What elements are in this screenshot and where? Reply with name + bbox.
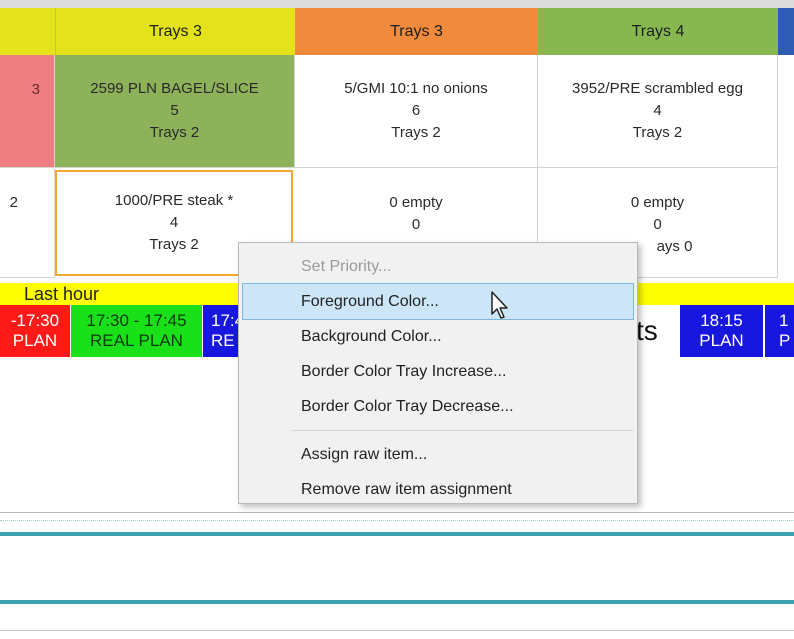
tray-cell-r1-c0[interactable]: 3 bbox=[0, 55, 55, 168]
context-menu: Set Priority... Foreground Color... Back… bbox=[238, 242, 638, 504]
menu-separator bbox=[291, 430, 633, 431]
tray-item-name: 5/GMI 10:1 no onions bbox=[344, 80, 488, 97]
menu-item-background-color[interactable]: Background Color... bbox=[239, 319, 637, 354]
last-hour-label: Last hour bbox=[24, 284, 100, 304]
menu-item-remove-raw-item[interactable]: Remove raw item assignment bbox=[239, 472, 637, 507]
tray-item-name: 3952/PRE scrambled egg bbox=[572, 80, 743, 97]
timeline-block-4[interactable]: 18:15 PLAN bbox=[680, 305, 763, 357]
column-header-label: Trays 3 bbox=[149, 22, 202, 40]
tray-cell-r1-c3[interactable]: 3952/PRE scrambled egg 4 Trays 2 bbox=[538, 55, 778, 168]
divider-bottom bbox=[0, 630, 794, 631]
divider-dotted bbox=[0, 520, 794, 521]
column-header-4[interactable] bbox=[778, 8, 794, 55]
tray-item-name: 1000/PRE steak * bbox=[114, 192, 234, 209]
column-header-2[interactable]: Trays 3 bbox=[295, 8, 538, 55]
menu-item-set-priority[interactable]: Set Priority... bbox=[239, 249, 637, 284]
tray-item-name: 0 empty bbox=[630, 194, 685, 211]
divider-thin bbox=[0, 512, 794, 513]
tray-item-trays: Trays 2 bbox=[391, 124, 441, 141]
timeline-block-1[interactable]: 17:30 - 17:45 REAL PLAN bbox=[71, 305, 202, 357]
divider-accent bbox=[0, 532, 794, 536]
column-header-3[interactable]: Trays 4 bbox=[538, 8, 778, 55]
tray-item-count: 6 bbox=[411, 102, 421, 119]
tray-item-trays: Trays 2 bbox=[632, 124, 683, 141]
menu-item-border-color-increase[interactable]: Border Color Tray Increase... bbox=[239, 354, 637, 389]
top-border bbox=[0, 0, 794, 8]
timeline-block-5[interactable]: 1P bbox=[765, 305, 794, 357]
column-header-label: Trays 3 bbox=[390, 22, 443, 40]
tray-item-count: 5 bbox=[170, 102, 179, 119]
divider-accent-2 bbox=[0, 600, 794, 604]
column-header-0[interactable] bbox=[0, 8, 55, 55]
menu-item-foreground-color[interactable]: Foreground Color... bbox=[242, 283, 634, 320]
timeline-block-2[interactable]: 17:4 RE bbox=[203, 305, 244, 357]
tray-item-count: 0 bbox=[653, 216, 662, 233]
tray-item-trays: Trays 2 bbox=[149, 236, 199, 253]
tray-item-count: 4 bbox=[653, 102, 662, 119]
menu-item-assign-raw-item[interactable]: Assign raw item... bbox=[239, 437, 637, 472]
tray-item-count: 4 bbox=[169, 214, 179, 231]
column-header-label: Trays 4 bbox=[631, 22, 685, 40]
lower-panel bbox=[0, 500, 794, 639]
tray-cell-r2-c0[interactable]: 2 bbox=[0, 168, 55, 278]
timeline-block-0[interactable]: -17:30 PLAN bbox=[0, 305, 70, 357]
column-header-1[interactable]: Trays 3 bbox=[55, 8, 295, 55]
menu-item-border-color-decrease[interactable]: Border Color Tray Decrease... bbox=[239, 389, 637, 424]
mouse-cursor-icon bbox=[490, 290, 512, 322]
tray-cell-r1-c1[interactable]: 2599 PLN BAGEL/SLICE 5 Trays 2 bbox=[55, 55, 295, 168]
tray-item-name: 2599 PLN BAGEL/SLICE bbox=[90, 80, 259, 97]
tray-item-name: 0 empty bbox=[389, 194, 443, 211]
tray-cell-r1-c2[interactable]: 5/GMI 10:1 no onions 6 Trays 2 bbox=[295, 55, 538, 168]
tray-item-trays: Trays 2 bbox=[149, 124, 200, 141]
tray-item-count: 0 bbox=[411, 216, 421, 233]
